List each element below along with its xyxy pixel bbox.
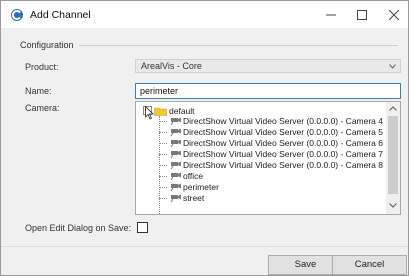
name-field-box <box>135 83 401 99</box>
camera-icon <box>170 194 181 202</box>
open-edit-checkbox[interactable] <box>137 222 148 233</box>
configuration-group-label: Configuration <box>20 40 74 50</box>
close-button[interactable] <box>381 6 407 24</box>
camera-icon <box>170 117 181 125</box>
tree-item[interactable]: DirectShow Virtual Video Server (0.0.0.0… <box>168 138 383 149</box>
chevron-down-icon <box>389 64 396 69</box>
scrollbar-thumb[interactable] <box>388 116 398 194</box>
camera-icon <box>170 139 181 147</box>
footer-divider <box>1 246 408 247</box>
scroll-up-icon[interactable] <box>389 106 397 111</box>
app-logo-icon <box>11 9 23 21</box>
tree-connector <box>159 187 167 188</box>
tree-connector <box>159 143 167 144</box>
title-bar: Add Channel <box>1 1 408 28</box>
group-divider <box>79 45 398 46</box>
tree-connector <box>159 121 167 122</box>
tree-connector <box>159 165 167 166</box>
scroll-down-icon[interactable] <box>389 203 397 208</box>
tree-connector <box>159 198 167 199</box>
tree-item[interactable]: DirectShow Virtual Video Server (0.0.0.0… <box>168 116 383 127</box>
camera-icon <box>170 172 181 180</box>
close-icon <box>389 10 399 20</box>
minimize-button[interactable] <box>318 6 344 24</box>
tree-node-label: default <box>169 106 195 116</box>
camera-icon <box>170 183 181 191</box>
tree-connector <box>159 176 167 177</box>
tree-item[interactable]: DirectShow Virtual Video Server (0.0.0.0… <box>168 149 383 160</box>
tree-item[interactable]: perimeter <box>168 182 219 193</box>
camera-icon <box>170 161 181 169</box>
product-label: Product: <box>25 62 59 72</box>
folder-icon <box>154 107 167 116</box>
tree-item[interactable]: street <box>168 193 204 204</box>
name-label: Name: <box>25 86 52 96</box>
cancel-button[interactable]: Cancel <box>332 255 407 275</box>
tree-item[interactable]: DirectShow Virtual Video Server (0.0.0.0… <box>168 160 383 171</box>
tree-connector <box>159 154 167 155</box>
minimize-icon <box>326 14 336 16</box>
maximize-button[interactable] <box>349 6 375 24</box>
tree-connector <box>159 132 167 133</box>
camera-tree[interactable]: default DirectShow Virtual Video Server … <box>135 101 401 215</box>
add-channel-dialog: Add Channel Configuration Product: Areal… <box>0 0 409 276</box>
maximize-icon <box>357 10 367 20</box>
product-value: ArealVis - Core <box>141 61 202 71</box>
camera-label: Camera: <box>25 103 60 113</box>
window-title: Add Channel <box>30 9 91 21</box>
open-edit-label: Open Edit Dialog on Save: <box>25 223 132 233</box>
tree-scrollbar[interactable] <box>386 102 400 214</box>
camera-icon <box>170 128 181 136</box>
product-select[interactable]: ArealVis - Core <box>135 59 401 73</box>
camera-icon <box>170 150 181 158</box>
tree-item[interactable]: office <box>168 171 203 182</box>
mouse-cursor-icon <box>145 106 154 120</box>
name-field[interactable] <box>136 84 400 98</box>
tree-item[interactable]: DirectShow Virtual Video Server (0.0.0.0… <box>168 127 383 138</box>
